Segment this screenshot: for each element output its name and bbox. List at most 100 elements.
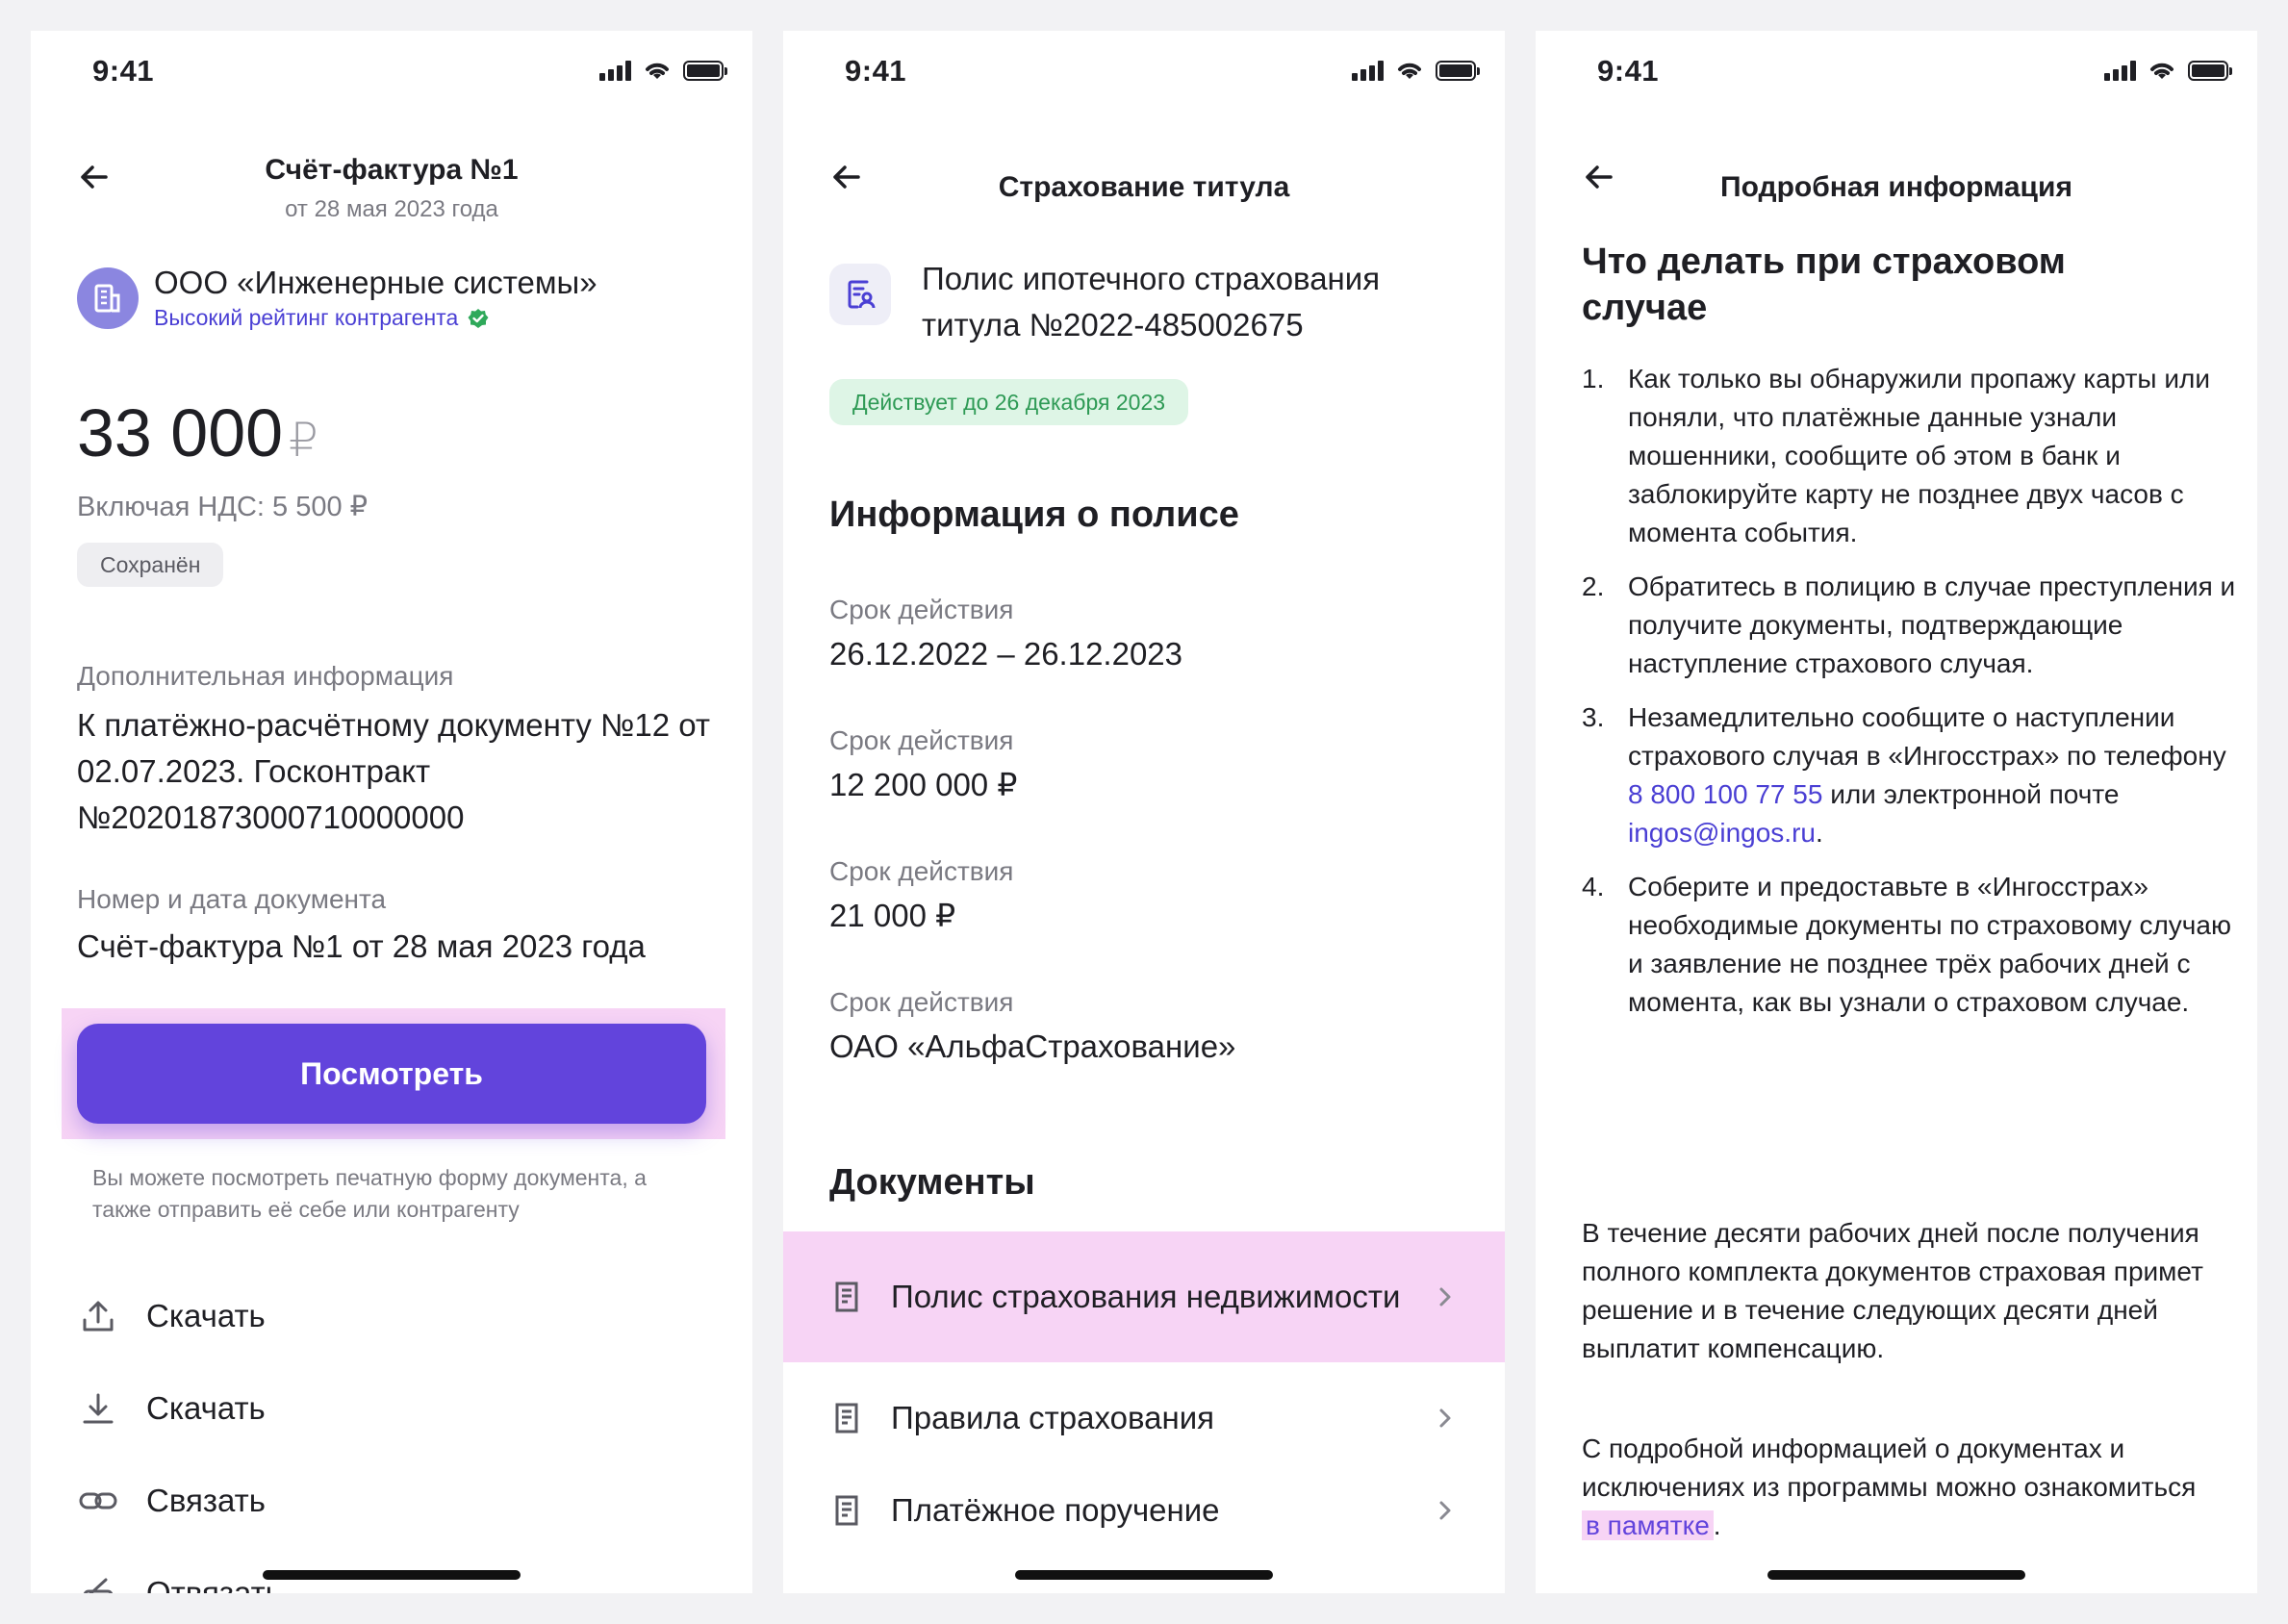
document-row[interactable]: Правила страхования (829, 1389, 1459, 1447)
action-label: Скачать (146, 1390, 266, 1426)
step-text-part: . (1815, 818, 1823, 848)
steps-list: 1. Как только вы обнаружили пропажу карт… (1582, 360, 2236, 1037)
invoice-amount: 33 000 ₽ (77, 394, 318, 471)
company-rating: Высокий рейтинг контрагента (154, 305, 597, 331)
page-title: Страхование титула (998, 171, 1290, 203)
page-title: Подробная информация (1720, 171, 2072, 203)
step-text: Обратитесь в полицию в случае преступлен… (1628, 571, 2236, 678)
home-indicator (263, 1570, 521, 1580)
list-item: 4. Соберите и предоставьте в «Ингосстрах… (1582, 868, 2236, 1022)
field-label: Срок действия (829, 595, 1014, 624)
step-text: Как только вы обнаружили пропажу карты и… (1628, 364, 2210, 547)
share-upload-icon (83, 1301, 114, 1332)
status-bar: 9:41 (31, 31, 752, 108)
field-label: Срок действия (829, 725, 1014, 755)
email-link[interactable]: ingos@ingos.ru (1628, 818, 1816, 848)
cellular-signal-icon (1352, 60, 1384, 81)
action-label: Связать (146, 1483, 266, 1518)
document-title: Полис страхования недвижимости (891, 1279, 1401, 1314)
verified-check-icon (468, 308, 489, 328)
rating-label: Высокий рейтинг контрагента (154, 305, 459, 330)
action-label: Скачать (146, 1298, 266, 1333)
list-item: 1. Как только вы обнаружили пропажу карт… (1582, 360, 2236, 552)
action-download-1[interactable]: Скачать (77, 1287, 266, 1345)
action-label: Отвязать (146, 1575, 282, 1593)
status-time: 9:41 (1597, 54, 1660, 88)
chevron-right-icon (1439, 1408, 1451, 1428)
step-text: Соберите и предоставьте в «Ингосстрах» н… (1628, 872, 2231, 1017)
document-number-label: Номер и дата документа (77, 884, 387, 914)
list-item: 3. Незамедлительно сообщите о наступлени… (1582, 698, 2236, 852)
title-insurance-screen: 9:41 Страхование титула Полис ипотечного… (783, 31, 1505, 1593)
download-icon (83, 1393, 114, 1424)
field-value: ОАО «АльфаСтрахование» (829, 1028, 1236, 1064)
invoice-screen: 9:41 Счёт-фактура №1 от 28 мая 2023 года… (31, 31, 752, 1593)
memo-link[interactable]: в памятке (1582, 1510, 1714, 1540)
memo-text-end: . (1713, 1510, 1721, 1540)
section-heading: Что делать при страховом случае (1582, 241, 2066, 328)
page-title: Счёт-фактура №1 (265, 154, 519, 186)
view-button[interactable]: Посмотреть (77, 1024, 706, 1124)
document-title: Правила страхования (891, 1400, 1215, 1435)
field-label: Срок действия (829, 987, 1014, 1017)
document-row[interactable]: Полис страхования недвижимости (829, 1245, 1459, 1349)
field-value: 12 200 000 ₽ (829, 767, 1018, 802)
policy-header: Полис ипотечного страхования титула №202… (829, 256, 1461, 348)
battery-icon (2188, 60, 2232, 81)
status-badge: Сохранён (77, 543, 224, 587)
step-text-part: или электронной почте (1830, 779, 2120, 809)
validity-badge: Действует до 26 декабря 2023 (829, 379, 1189, 425)
action-unlink[interactable]: Отвязать (77, 1564, 282, 1593)
battery-icon (683, 60, 727, 81)
field-value: 21 000 ₽ (829, 898, 956, 933)
link-icon (79, 1492, 117, 1510)
page-subtitle: от 28 мая 2023 года (285, 196, 498, 222)
documents-heading: Документы (829, 1162, 1035, 1203)
memo-paragraph: С подробной информацией о документах и и… (1582, 1430, 2217, 1545)
nav-bar: Подробная информация (1536, 137, 2257, 242)
policy-info-heading: Информация о полисе (829, 495, 1239, 535)
status-time: 9:41 (92, 54, 155, 88)
policy-document-icon (829, 264, 891, 325)
vat-text: Включая НДС: 5 500 ₽ (77, 492, 369, 522)
chevron-right-icon (1439, 1287, 1451, 1307)
wifi-icon (646, 63, 669, 79)
field-value: 26.12.2022 – 26.12.2023 (829, 636, 1183, 672)
step-number: 3. (1582, 702, 1605, 732)
counterparty[interactable]: ООО «Инженерные системы» Высокий рейтинг… (77, 265, 597, 331)
cellular-signal-icon (599, 60, 631, 81)
home-indicator (1015, 1570, 1273, 1580)
document-title: Платёжное поручение (891, 1492, 1220, 1528)
nav-bar: Счёт-фактура №1 от 28 мая 2023 года (31, 137, 752, 242)
unlink-icon (83, 1578, 114, 1593)
wifi-icon (2150, 63, 2174, 79)
step-text-part: Незамедлительно сообщите о наступлении с… (1628, 702, 2226, 771)
cellular-signal-icon (2104, 60, 2136, 81)
action-download-2[interactable]: Скачать (77, 1380, 266, 1437)
view-hint: Вы можете посмотреть печатную форму доку… (92, 1165, 647, 1222)
extra-info-label: Дополнительная информация (77, 661, 454, 691)
step-text: Незамедлительно сообщите о наступлении с… (1628, 698, 2236, 852)
document-icon (835, 1495, 858, 1526)
list-item: 2. Обратитесь в полицию в случае преступ… (1582, 568, 2236, 683)
step-number: 2. (1582, 571, 1605, 601)
step-number: 1. (1582, 364, 1605, 393)
company-name: ООО «Инженерные системы» (154, 265, 597, 300)
currency-sign: ₽ (289, 416, 318, 467)
amount-value: 33 000 (77, 395, 284, 470)
phone-link[interactable]: 8 800 100 77 55 (1628, 779, 1822, 809)
step-number: 4. (1582, 872, 1605, 901)
details-screen: 9:41 Подробная информация Что делать при… (1536, 31, 2257, 1593)
status-bar: 9:41 (783, 31, 1505, 108)
wifi-icon (1398, 63, 1421, 79)
battery-icon (1436, 60, 1480, 81)
status-bar: 9:41 (1536, 31, 2257, 108)
nav-bar: Страхование титула (783, 137, 1505, 242)
chevron-right-icon (1439, 1501, 1451, 1520)
document-icon (835, 1281, 858, 1312)
document-number-value: Счёт-фактура №1 от 28 мая 2023 года (77, 928, 646, 964)
building-icon (77, 266, 139, 329)
document-row[interactable]: Платёжное поручение (829, 1482, 1459, 1539)
action-link[interactable]: Связать (77, 1472, 266, 1530)
extra-info-value: К платёжно-расчётному документу №12 от 0… (77, 707, 711, 835)
